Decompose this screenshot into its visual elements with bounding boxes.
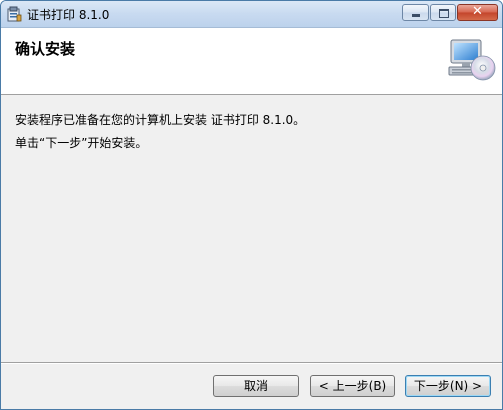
- maximize-icon: [439, 9, 449, 18]
- install-ready-message: 安装程序已准备在您的计算机上安装 证书打印 8.1.0。: [15, 113, 306, 127]
- installer-app-icon: [7, 6, 22, 22]
- cancel-button[interactable]: 取消: [213, 375, 299, 397]
- next-button[interactable]: 下一步(N) >: [405, 375, 491, 397]
- minimize-icon: [412, 14, 420, 17]
- title-bar[interactable]: 证书打印 8.1.0 ✕: [1, 1, 502, 28]
- click-next-instruction: 单击“下一步”开始安装。: [15, 136, 148, 150]
- back-button[interactable]: < 上一步(B): [310, 375, 395, 397]
- close-button[interactable]: ✕: [457, 4, 498, 21]
- wizard-header: 确认安装: [1, 28, 502, 95]
- button-separator: [1, 362, 502, 364]
- installer-window: 证书打印 8.1.0 ✕ 确认安装 安装程序已准备在您的计算机上安装 证书打印 …: [0, 0, 503, 410]
- computer-cd-icon: [447, 38, 497, 83]
- maximize-button[interactable]: [430, 4, 456, 21]
- close-icon: ✕: [472, 4, 483, 19]
- page-title: 确认安装: [15, 40, 76, 58]
- minimize-button[interactable]: [402, 4, 429, 21]
- window-title: 证书打印 8.1.0: [27, 8, 110, 22]
